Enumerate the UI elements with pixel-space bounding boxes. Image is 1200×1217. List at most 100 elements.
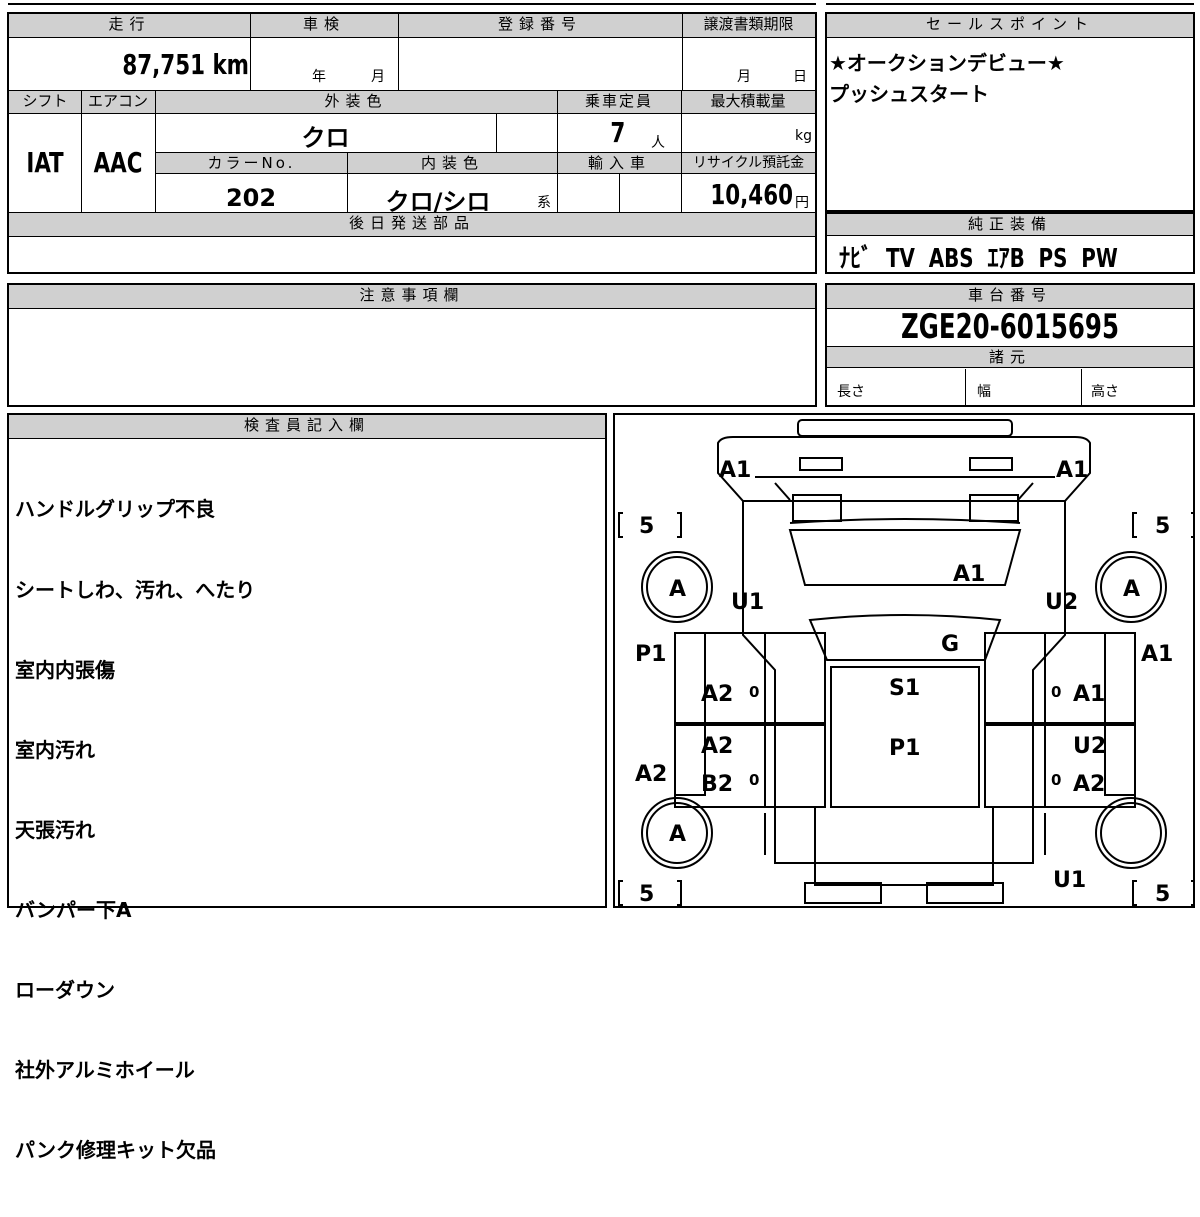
door-mark: 0 (1051, 683, 1061, 701)
inspector-line: 社外アルミホイール (15, 1058, 195, 1083)
code-wheel-front-left: A (669, 577, 686, 602)
rear-section (814, 807, 994, 886)
transfer-day-unit: 日 (793, 69, 807, 85)
hood-crease (774, 482, 1034, 501)
code-front-door-right: A1 (1073, 682, 1105, 707)
code-rear-door-right-1: U2 (1073, 734, 1106, 759)
mileage-number: 87,751 (122, 48, 205, 81)
mileage-label: 走行 (9, 14, 250, 38)
left-headlight (799, 457, 843, 471)
divider (1081, 369, 1082, 405)
chassis-box: 車台番号 ZGE20-6015695 諸元 長さ 幅 高さ (825, 283, 1195, 407)
exterior-color-value: クロ (301, 124, 350, 152)
chassis-label: 車台番号 (827, 285, 1193, 309)
code-front-fender-left: U1 (731, 590, 764, 615)
code-front-bumper-right: A1 (1056, 458, 1088, 483)
inspector-line: パンク修理キット欠品 (15, 1138, 216, 1163)
divider (619, 174, 620, 212)
divider (965, 369, 966, 405)
code-windshield: G (941, 632, 959, 657)
mileage-value: 87,751 km (105, 48, 249, 81)
code-rear-door-left-2: B2 (701, 772, 733, 797)
inspector-comments: ハンドルグリップ不良 シートしわ、汚れ、へたり 室内内張傷 室内汚れ 天張汚れ … (15, 443, 255, 1217)
shift-value: IAT (26, 146, 64, 179)
genuine-equipment-label: 純正装備 (827, 214, 1193, 236)
code-front-bumper-left: A1 (719, 458, 751, 483)
recycle-unit: 円 (795, 195, 809, 211)
color-no-label: カラーNo. (156, 153, 347, 174)
sales-point-label: セールスポイント (827, 14, 1193, 38)
sales-point-text: ★オークションデビュー★ プッシュスタート (829, 48, 1065, 110)
front-grille (797, 419, 1013, 437)
width-label: 幅 (977, 384, 991, 400)
inspector-line: 天張汚れ (15, 817, 95, 842)
door-mark: 0 (1051, 771, 1061, 789)
inspection-label: 車検 (250, 14, 398, 38)
code-tire-front-right: 5 (1155, 514, 1170, 539)
rear-quarter-lines (764, 813, 1046, 855)
exterior-color-label: 外装色 (155, 91, 557, 114)
divider (250, 14, 251, 90)
code-wheel-front-right: A (1123, 577, 1140, 602)
notes-box: 注意事項欄 (7, 283, 817, 407)
code-left-pillar-rear: A2 (635, 762, 667, 787)
ac-value: AAC (93, 146, 143, 179)
wheel-rear-right-inner (1100, 802, 1162, 864)
transfer-deadline-label: 譲渡書類期限 (682, 14, 815, 38)
divider (398, 14, 399, 90)
divider (496, 114, 497, 152)
left-front-door (674, 632, 826, 724)
right-side-panel (1104, 632, 1136, 796)
recycle-value: 10,460 (710, 178, 793, 211)
car-diagram: A1 A1 5 5 5 5 A A A A1 U1 U2 G S1 P1 P1 … (618, 419, 1193, 906)
inspector-line: 室内内張傷 (15, 657, 115, 682)
car-diagram-box: A1 A1 5 5 5 5 A A A A1 U1 U2 G S1 P1 P1 … (613, 413, 1195, 908)
transfer-month-unit: 月 (737, 69, 751, 85)
wheel-rear-right (1095, 797, 1167, 869)
inspection-year-unit: 年 (312, 69, 326, 85)
notes-label: 注意事項欄 (9, 285, 815, 309)
door-mark: 0 (749, 683, 759, 701)
height-label: 高さ (1091, 384, 1119, 400)
interior-color-suffix: 系 (537, 195, 551, 211)
specs-label: 諸元 (827, 346, 1193, 368)
sales-point-line: ★オークションデビュー★ (829, 51, 1065, 75)
right-front-door (984, 632, 1136, 724)
inspector-line: ローダウン (15, 978, 115, 1003)
sales-point-box: セールスポイント ★オークションデビュー★ プッシュスタート (825, 12, 1195, 212)
inspector-line: シートしわ、汚れ、へたり (15, 577, 256, 602)
capacity-label: 乗車定員 (557, 91, 681, 114)
genuine-equipment-value: ﾅﾋﾞ TV ABS ｴｱB PS PW (839, 244, 1118, 274)
code-tire-rear-left: 5 (639, 882, 654, 906)
code-tire-front-left: 5 (639, 514, 654, 539)
interior-color-label: 内装色 (348, 153, 557, 174)
max-load-unit: kg (795, 128, 812, 144)
max-load-label: 最大積載量 (681, 91, 815, 114)
chassis-number: ZGE20-6015695 (901, 307, 1119, 347)
code-wheel-rear-left: A (669, 822, 686, 847)
length-label: 長さ (837, 384, 865, 400)
capacity-value: 7 (610, 116, 626, 149)
door-mark: 0 (749, 771, 759, 789)
ac-label: エアコン (81, 91, 155, 114)
code-roof-rear: P1 (889, 736, 920, 761)
recycle-label: リサイクル預託金 (682, 153, 815, 174)
vehicle-info-box: 走行 車検 登録番号 譲渡書類期限 87,751 km 年 月 月 日 シフト … (7, 12, 817, 274)
divider (682, 14, 683, 90)
windshield-shape (788, 529, 1022, 586)
shift-label: シフト (9, 91, 81, 114)
code-rear-quarter-right: U1 (1053, 868, 1086, 893)
windshield-glass (808, 614, 1002, 661)
code-right-pillar-front: A1 (1141, 642, 1173, 667)
code-hood: A1 (953, 562, 985, 587)
hood-line (789, 518, 1021, 524)
right-headlight (969, 457, 1013, 471)
inspection-month-unit: 月 (371, 69, 385, 85)
code-front-fender-right: U2 (1045, 590, 1078, 615)
inspector-line: ハンドルグリップ不良 (15, 497, 215, 522)
later-parts-label: 後日発送部品 (9, 213, 815, 237)
capacity-unit: 人 (651, 135, 665, 151)
code-rear-door-right-2: A2 (1073, 772, 1105, 797)
front-bumper (717, 436, 1091, 502)
left-side-panel (674, 632, 706, 796)
